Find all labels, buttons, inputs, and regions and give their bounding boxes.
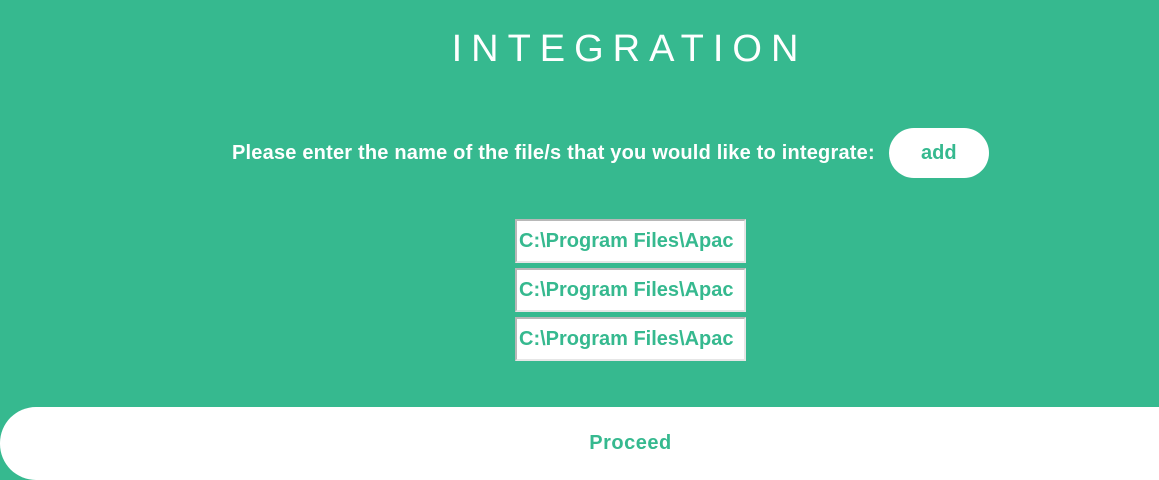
proceed-label: Proceed xyxy=(589,432,672,454)
file-input-list xyxy=(515,219,746,366)
file-prompt-row: Please enter the name of the file/s that… xyxy=(232,128,989,178)
file-prompt-label: Please enter the name of the file/s that… xyxy=(232,141,875,164)
file-path-input[interactable] xyxy=(515,219,746,263)
file-path-input[interactable] xyxy=(515,268,746,312)
file-path-input[interactable] xyxy=(515,317,746,361)
page-title: INTEGRATION xyxy=(451,28,808,70)
add-file-button[interactable]: add xyxy=(888,128,989,178)
proceed-button[interactable]: Proceed xyxy=(0,407,1159,480)
